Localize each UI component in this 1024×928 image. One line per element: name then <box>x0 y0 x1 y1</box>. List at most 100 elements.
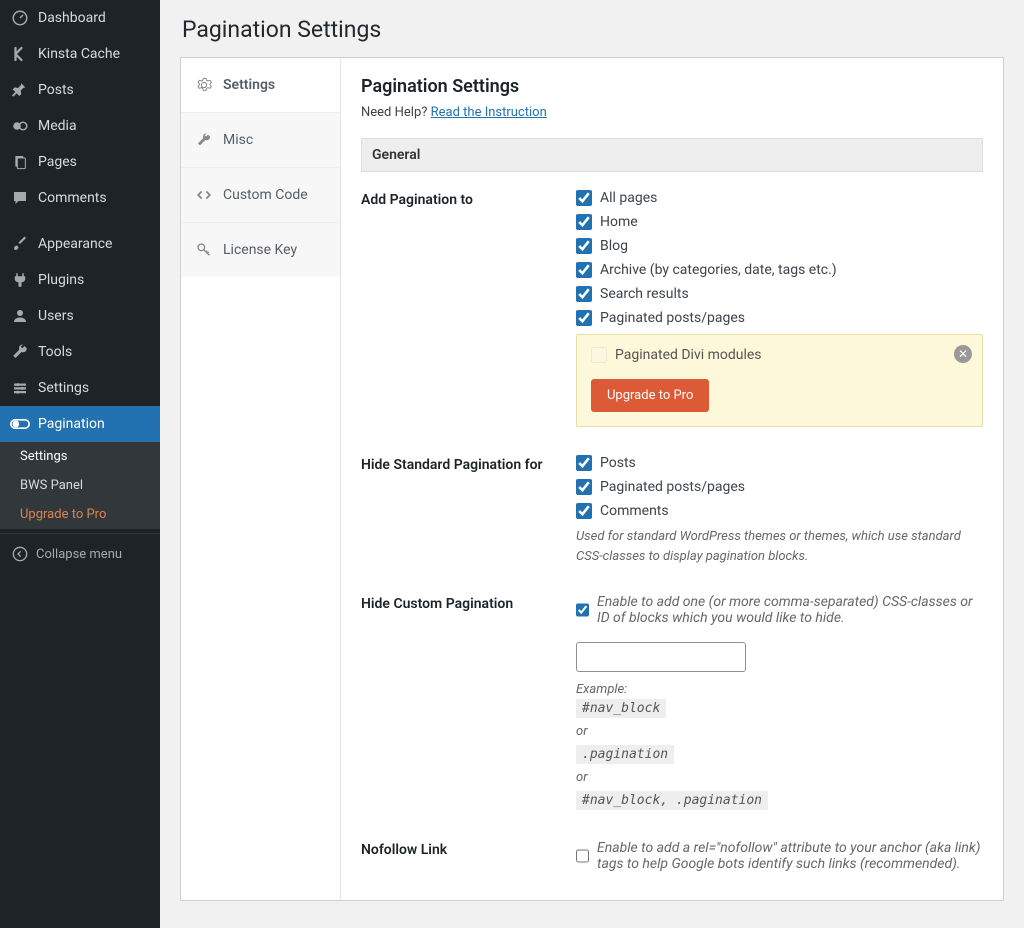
field-body: Enable to add a rel="nofollow" attribute… <box>576 840 983 880</box>
kinsta-icon <box>10 44 30 64</box>
section-heading: Pagination Settings <box>361 76 983 97</box>
tab-label: Settings <box>223 77 275 93</box>
checkbox-blog[interactable]: Blog <box>576 238 983 254</box>
menu-label: Plugins <box>38 272 84 288</box>
menu-label: Comments <box>38 190 107 206</box>
help-text: Need Help? Read the Instruction <box>361 105 983 120</box>
tab-custom-code[interactable]: Custom Code <box>181 168 340 223</box>
checkbox-divi-modules: Paginated Divi modules <box>591 347 968 363</box>
field-label: Hide Custom Pagination <box>361 594 576 812</box>
checkbox-all-pages[interactable]: All pages <box>576 190 983 206</box>
checkbox-paginated-posts[interactable]: Paginated posts/pages <box>576 310 983 326</box>
field-hide-custom: Hide Custom Pagination Enable to add one… <box>361 594 983 812</box>
collapse-icon <box>10 544 30 564</box>
menu-comments[interactable]: Comments <box>0 180 160 216</box>
settings-icon <box>10 378 30 398</box>
menu-posts[interactable]: Posts <box>0 72 160 108</box>
menu-label: Users <box>38 308 74 324</box>
tab-label: Custom Code <box>223 187 308 203</box>
submenu: Settings BWS Panel Upgrade to Pro <box>0 442 160 529</box>
checkbox-hide-comments[interactable]: Comments <box>576 503 983 519</box>
tab-misc[interactable]: Misc <box>181 113 340 168</box>
tab-license-key[interactable]: License Key <box>181 223 340 277</box>
code-example: #nav_block, .pagination <box>576 791 768 810</box>
users-icon <box>10 306 30 326</box>
general-header: General <box>361 138 983 172</box>
page-title: Pagination Settings <box>182 16 1004 43</box>
field-label: Hide Standard Pagination for <box>361 455 576 566</box>
media-icon <box>10 116 30 136</box>
checkbox-search-results[interactable]: Search results <box>576 286 983 302</box>
field-label: Add Pagination to <box>361 190 576 427</box>
menu-kinsta-cache[interactable]: Kinsta Cache <box>0 36 160 72</box>
code-example: #nav_block <box>576 699 666 718</box>
submenu-upgrade-pro[interactable]: Upgrade to Pro <box>0 500 160 529</box>
css-classes-input[interactable] <box>576 642 746 672</box>
field-label: Nofollow Link <box>361 840 576 880</box>
example-block: Example: #nav_block or .pagination or #n… <box>576 682 983 812</box>
field-description: Used for standard WordPress themes or th… <box>576 527 983 566</box>
menu-pages[interactable]: Pages <box>0 144 160 180</box>
key-icon <box>195 241 213 259</box>
menu-label: Media <box>38 118 77 134</box>
pin-icon <box>10 80 30 100</box>
collapse-menu[interactable]: Collapse menu <box>0 533 160 574</box>
tab-label: Misc <box>223 132 253 148</box>
menu-label: Dashboard <box>38 10 106 26</box>
menu-settings[interactable]: Settings <box>0 370 160 406</box>
main-content: Pagination Settings Settings Misc Custom… <box>160 0 1024 928</box>
field-nofollow: Nofollow Link Enable to add a rel="nofol… <box>361 840 983 880</box>
dashboard-icon <box>10 8 30 28</box>
checkbox-hide-custom[interactable]: Enable to add one (or more comma-separat… <box>576 594 983 626</box>
menu-plugins[interactable]: Plugins <box>0 262 160 298</box>
menu-label: Appearance <box>38 236 112 252</box>
plug-icon <box>10 270 30 290</box>
tools-icon <box>10 342 30 362</box>
menu-label: Pages <box>38 154 77 170</box>
menu-media[interactable]: Media <box>0 108 160 144</box>
menu-label: Pagination <box>38 416 105 432</box>
submenu-bws-panel[interactable]: BWS Panel <box>0 471 160 500</box>
or-text: or <box>576 770 983 785</box>
menu-label: Posts <box>38 82 74 98</box>
menu-dashboard[interactable]: Dashboard <box>0 0 160 36</box>
tab-label: License Key <box>223 242 297 258</box>
code-icon <box>195 186 213 204</box>
pro-feature-box: ✕ Paginated Divi modules Upgrade to Pro <box>576 334 983 427</box>
help-prefix: Need Help? <box>361 105 431 120</box>
settings-tabs: Settings Misc Custom Code License Key <box>181 58 341 900</box>
wrench-icon <box>195 131 213 149</box>
menu-label: Kinsta Cache <box>38 46 120 62</box>
checkbox-home[interactable]: Home <box>576 214 983 230</box>
checkbox-hide-paginated[interactable]: Paginated posts/pages <box>576 479 983 495</box>
menu-label: Tools <box>38 344 72 360</box>
checkbox-hide-posts[interactable]: Posts <box>576 455 983 471</box>
submenu-settings[interactable]: Settings <box>0 442 160 471</box>
toggle-icon <box>10 414 30 434</box>
close-icon[interactable]: ✕ <box>954 345 972 363</box>
field-body: Posts Paginated posts/pages Comments Use… <box>576 455 983 566</box>
checkbox-nofollow[interactable]: Enable to add a rel="nofollow" attribute… <box>576 840 983 872</box>
menu-label: Settings <box>38 380 89 396</box>
settings-panel: Settings Misc Custom Code License Key Pa… <box>180 57 1004 901</box>
or-text: or <box>576 724 983 739</box>
field-hide-standard: Hide Standard Pagination for Posts Pagin… <box>361 455 983 566</box>
comments-icon <box>10 188 30 208</box>
field-body: All pages Home Blog Archive (by categori… <box>576 190 983 427</box>
settings-content: Pagination Settings Need Help? Read the … <box>341 58 1003 900</box>
checkbox-archive[interactable]: Archive (by categories, date, tags etc.) <box>576 262 983 278</box>
tab-settings[interactable]: Settings <box>181 58 340 113</box>
code-example: .pagination <box>576 745 674 764</box>
brush-icon <box>10 234 30 254</box>
pages-icon <box>10 152 30 172</box>
field-body: Enable to add one (or more comma-separat… <box>576 594 983 812</box>
menu-pagination[interactable]: Pagination <box>0 406 160 442</box>
menu-tools[interactable]: Tools <box>0 334 160 370</box>
help-link[interactable]: Read the Instruction <box>431 105 547 120</box>
gear-icon <box>195 76 213 94</box>
upgrade-to-pro-button[interactable]: Upgrade to Pro <box>591 379 709 412</box>
field-add-pagination: Add Pagination to All pages Home Blog Ar… <box>361 190 983 427</box>
menu-users[interactable]: Users <box>0 298 160 334</box>
menu-appearance[interactable]: Appearance <box>0 226 160 262</box>
admin-sidebar: Dashboard Kinsta Cache Posts Media Pages… <box>0 0 160 928</box>
